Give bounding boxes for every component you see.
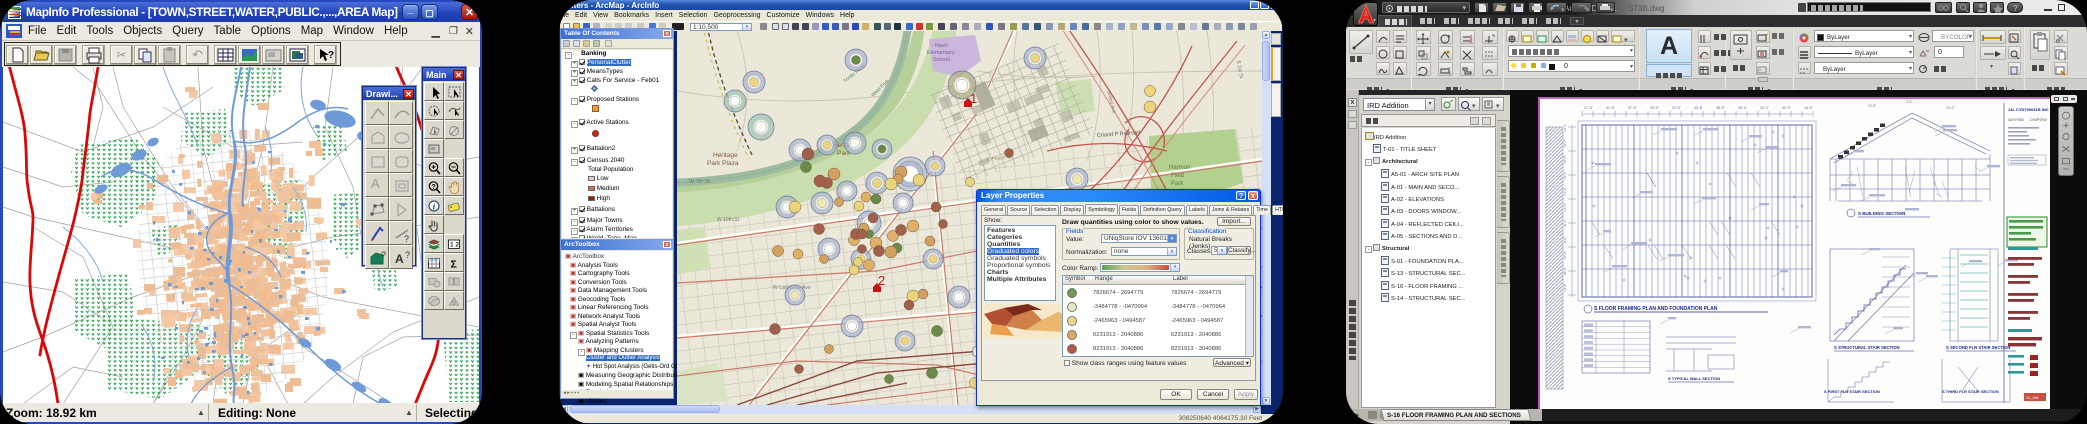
svg-text:17'-6": 17'-6": [1563, 203, 1567, 211]
svg-text:18'-4": 18'-4": [1804, 106, 1814, 110]
svg-text:11'-1": 11'-1": [1563, 124, 1567, 131]
svg-text:CH3PTEW: CH3PTEW: [2030, 118, 2047, 122]
svg-text:Elementary: Elementary: [927, 50, 955, 56]
svg-text:Σ: Σ: [451, 259, 457, 271]
svg-text:A: A: [395, 252, 404, 266]
svg-text:S FLOOR FRAMING PLAN AND FOUN: S FLOOR FRAMING PLAN AND FOUNDATION PLAN: [1594, 306, 1718, 312]
svg-text:30'-9": 30'-9": [1782, 106, 1792, 110]
svg-text:23'-7": 23'-7": [1563, 139, 1567, 147]
svg-text:29'-2": 29'-2": [1650, 106, 1660, 110]
svg-text:Park: Park: [1171, 181, 1184, 187]
svg-text:?: ?: [2013, 4, 2018, 13]
svg-text:Park Plaza: Park Plaza: [707, 160, 739, 167]
svg-text:10'-4": 10'-4": [1946, 106, 1954, 110]
svg-text:3CH7YDB: 3CH7YDB: [2008, 118, 2024, 122]
svg-text:28'-1": 28'-1": [1738, 106, 1748, 110]
svg-text:10'-6": 10'-6": [1563, 171, 1567, 179]
svg-text:S TYPICAL WALL SECTION: S TYPICAL WALL SECTION: [1668, 376, 1720, 381]
svg-text:S FIRST FLR STAIR SECTION: S FIRST FLR STAIR SECTION: [1824, 389, 1880, 394]
svg-text:▾: ▾: [1472, 103, 1476, 110]
svg-text:S SECOND FLR STAIR SECTION: S SECOND FLR STAIR SECTION: [1946, 345, 2010, 350]
svg-text:32'-5": 32'-5": [1672, 106, 1682, 110]
svg-text:?: ?: [432, 184, 436, 191]
svg-text:9'-9": 9'-9": [1563, 237, 1567, 243]
svg-text:27'-0": 27'-0": [1563, 251, 1567, 259]
svg-text:▾: ▾: [1610, 7, 1614, 13]
svg-text:*: *: [1759, 69, 1762, 75]
svg-text:1 2: 1 2: [450, 242, 459, 249]
svg-text:31'-0": 31'-0": [1606, 106, 1616, 110]
svg-text:School: School: [933, 57, 950, 63]
svg-text:12'-8": 12'-8": [1868, 104, 1876, 108]
svg-text:W 7th St: W 7th St: [689, 179, 711, 185]
svg-text:?: ?: [381, 250, 386, 260]
svg-text:3'-9": 3'-9": [1906, 100, 1912, 104]
svg-text:21'-1": 21'-1": [1563, 219, 1567, 227]
svg-text:40'-8": 40'-8": [1694, 106, 1704, 110]
svg-text:?: ?: [404, 234, 409, 244]
svg-text:Harmon: Harmon: [1169, 165, 1190, 171]
svg-text:Nash: Nash: [935, 43, 948, 49]
svg-text:?: ?: [328, 50, 334, 61]
svg-text:20'-9": 20'-9": [1563, 267, 1567, 275]
svg-text:18'-8": 18'-8": [1563, 283, 1567, 291]
svg-text:S THIRD FLR STAIR SECTION: S THIRD FLR STAIR SECTION: [1942, 389, 1999, 394]
svg-text:S STRUCTURAL STAIR SECTION: S STRUCTURAL STAIR SECTION: [1834, 345, 1900, 350]
svg-text:▾: ▾: [1561, 7, 1565, 13]
svg-text:Heritage: Heritage: [713, 152, 738, 159]
svg-text:▾: ▾: [1586, 7, 1590, 13]
svg-text:12'-0": 12'-0": [1563, 187, 1567, 195]
svg-text:?: ?: [405, 250, 410, 260]
svg-text:Field: Field: [1171, 173, 1184, 179]
svg-text:37'-4": 37'-4": [1628, 106, 1638, 110]
svg-text:32'-3": 32'-3": [1760, 106, 1770, 110]
svg-text:W 10th St: W 10th St: [717, 217, 740, 223]
svg-text:10'-5": 10'-5": [1563, 155, 1567, 163]
svg-text:J4L CYD700031R INC: J4L CYD700031R INC: [2008, 107, 2049, 112]
svg-text:Gr_HN: Gr_HN: [2026, 395, 2039, 400]
svg-text:S BUILDING SECTION: S BUILDING SECTION: [1858, 211, 1905, 216]
svg-text:▾: ▾: [1496, 103, 1500, 110]
svg-text:38'-9": 38'-9": [1716, 106, 1726, 110]
svg-text:17'-5": 17'-5": [1584, 106, 1594, 110]
svg-text:▾: ▾: [1624, 37, 1628, 44]
